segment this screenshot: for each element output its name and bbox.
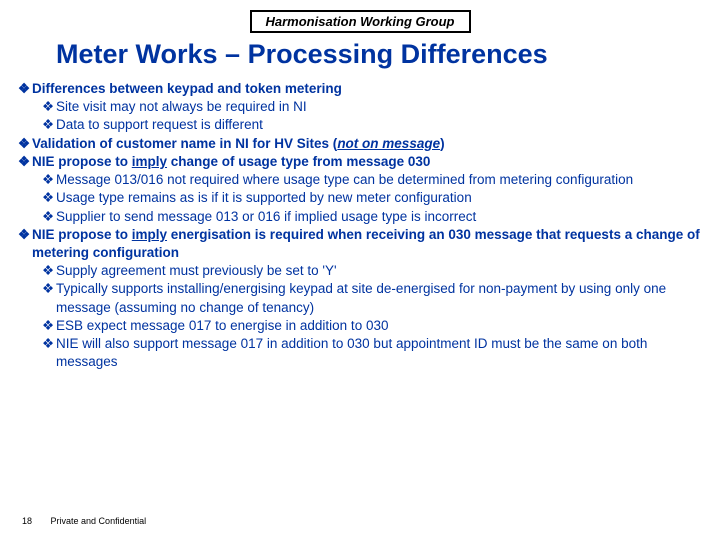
text-run: ) (440, 136, 445, 151)
bullet-item: ❖NIE propose to imply energisation is re… (18, 226, 708, 262)
bullet-item: ❖Typically supports installing/energisin… (42, 280, 708, 316)
text-run: not on message (337, 136, 440, 151)
bullet-item: ❖Site visit may not always be required i… (42, 98, 708, 116)
text-run: ESB expect message 017 to energise in ad… (56, 318, 388, 333)
bullet-item: ❖Supply agreement must previously be set… (42, 262, 708, 280)
diamond-bullet-icon: ❖ (42, 262, 56, 280)
diamond-bullet-icon: ❖ (42, 317, 56, 335)
page-number: 18 (22, 516, 32, 526)
diamond-bullet-icon: ❖ (42, 189, 56, 207)
text-run: NIE propose to (32, 227, 132, 242)
text-run: Typically supports installing/energising… (56, 281, 666, 314)
text-run: Data to support request is different (56, 117, 263, 132)
text-run: Usage type remains as is if it is suppor… (56, 190, 472, 205)
bullet-item: ❖Validation of customer name in NI for H… (18, 135, 708, 153)
header-container: Harmonisation Working Group (0, 0, 720, 33)
text-run: Message 013/016 not required where usage… (56, 172, 633, 187)
bullet-item: ❖ESB expect message 017 to energise in a… (42, 317, 708, 335)
diamond-bullet-icon: ❖ (18, 135, 32, 153)
footer: 18 Private and Confidential (22, 516, 146, 526)
text-run: Site visit may not always be required in… (56, 99, 307, 114)
diamond-bullet-icon: ❖ (18, 226, 32, 244)
diamond-bullet-icon: ❖ (18, 153, 32, 171)
diamond-bullet-icon: ❖ (42, 98, 56, 116)
text-run: Validation of customer name in NI for HV… (32, 136, 337, 151)
bullet-item: ❖Differences between keypad and token me… (18, 80, 708, 98)
footer-label: Private and Confidential (51, 516, 147, 526)
diamond-bullet-icon: ❖ (42, 116, 56, 134)
bullet-item: ❖Message 013/016 not required where usag… (42, 171, 708, 189)
diamond-bullet-icon: ❖ (42, 171, 56, 189)
text-run: change of usage type from message 030 (167, 154, 430, 169)
diamond-bullet-icon: ❖ (42, 280, 56, 298)
diamond-bullet-icon: ❖ (18, 80, 32, 98)
bullet-item: ❖Usage type remains as is if it is suppo… (42, 189, 708, 207)
bullet-item: ❖NIE will also support message 017 in ad… (42, 335, 708, 371)
slide-title: Meter Works – Processing Differences (56, 39, 720, 70)
text-run: imply (132, 227, 167, 242)
bullet-item: ❖Data to support request is different (42, 116, 708, 134)
bullet-item: ❖Supplier to send message 013 or 016 if … (42, 208, 708, 226)
diamond-bullet-icon: ❖ (42, 335, 56, 353)
text-run: Supply agreement must previously be set … (56, 263, 337, 278)
header-box: Harmonisation Working Group (250, 10, 471, 33)
diamond-bullet-icon: ❖ (42, 208, 56, 226)
text-run: Differences between keypad and token met… (32, 81, 342, 96)
bullet-item: ❖NIE propose to imply change of usage ty… (18, 153, 708, 171)
text-run: Supplier to send message 013 or 016 if i… (56, 209, 476, 224)
text-run: NIE will also support message 017 in add… (56, 336, 647, 369)
body-content: ❖Differences between keypad and token me… (0, 80, 720, 372)
text-run: NIE propose to (32, 154, 132, 169)
text-run: imply (132, 154, 167, 169)
